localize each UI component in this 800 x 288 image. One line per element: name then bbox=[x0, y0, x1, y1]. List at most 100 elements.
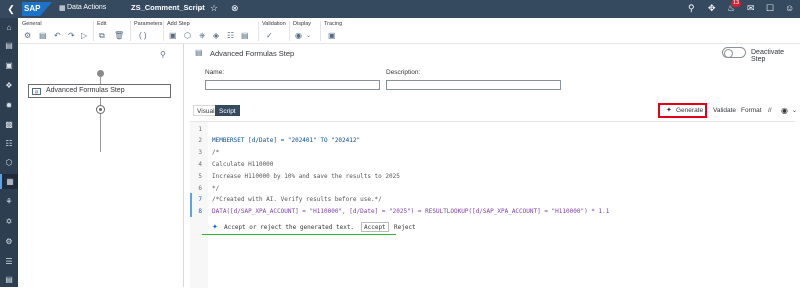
line-number: 2 bbox=[198, 137, 202, 144]
copy-icon[interactable]: ⧉ bbox=[99, 31, 105, 41]
eye-icon[interactable]: ◉ bbox=[295, 31, 302, 40]
line-number: 6 bbox=[198, 185, 202, 192]
toolbar-group-parameters: Parameters ( ) bbox=[134, 20, 163, 40]
conversion-step-icon[interactable]: ☷ bbox=[227, 31, 234, 40]
document-name[interactable]: ZS_Comment_Script bbox=[131, 3, 205, 12]
data-actions-nav-icon[interactable]: ▦ bbox=[0, 174, 18, 189]
formula-step-icon[interactable]: ▤ bbox=[241, 31, 249, 40]
connections-icon[interactable]: ✡ bbox=[0, 214, 18, 229]
announce-icon[interactable]: ❖ bbox=[0, 78, 18, 93]
formula-step-icon: ▤ bbox=[32, 88, 41, 95]
workflow-icon[interactable]: ⚘ bbox=[0, 194, 18, 209]
group-label-add-step: Add Step bbox=[167, 21, 190, 27]
user-icon[interactable]: ☺ bbox=[785, 3, 794, 13]
code-line: */ bbox=[212, 185, 220, 192]
data-actions-icon: ▦ bbox=[59, 5, 66, 12]
comment-icon[interactable]: ☐ bbox=[766, 3, 774, 14]
toolbar-group-validation: Validation ✓ bbox=[262, 20, 286, 40]
code-line: /*Created with AI. Verify results before… bbox=[212, 196, 382, 203]
accept-button[interactable]: Accept bbox=[361, 222, 389, 232]
back-icon[interactable]: ❮ bbox=[5, 3, 17, 15]
line-number: 4 bbox=[198, 161, 202, 168]
chevron-down-icon[interactable]: ⌄ bbox=[306, 32, 311, 39]
divider bbox=[320, 21, 321, 41]
toolbar: General ⚙ ▤ ↶ ↷ ▷ Edit ⧉ 🗑 Parameters ( … bbox=[18, 18, 800, 44]
name-label: Name: bbox=[205, 69, 225, 76]
flow-step-label: Advanced Formulas Step bbox=[46, 87, 125, 94]
close-circle-icon[interactable]: ⊗ bbox=[231, 3, 239, 14]
settings-icon[interactable]: ⚙ bbox=[24, 31, 31, 40]
divider bbox=[289, 21, 290, 41]
run-icon[interactable]: ▷ bbox=[81, 31, 87, 40]
deactivate-toggle[interactable] bbox=[722, 47, 746, 58]
chevron-down-icon[interactable]: ⌄ bbox=[198, 4, 204, 12]
comment-button[interactable]: // bbox=[768, 107, 772, 114]
parameters-icon[interactable]: ( ) bbox=[139, 31, 147, 40]
star-icon[interactable]: ☆ bbox=[210, 3, 218, 14]
toolbar-group-add-step: Add Step ▣ ⬡ ⎈ ◈ ☷ ▤ bbox=[167, 20, 249, 40]
toolbar-group-general: General ⚙ ▤ ↶ ↷ ▷ bbox=[22, 20, 87, 40]
name-input[interactable] bbox=[205, 80, 380, 90]
search-icon[interactable]: ⚲ bbox=[160, 50, 166, 59]
flow-panel: ⚲ ▤ Advanced Formulas Step bbox=[18, 44, 184, 287]
group-label-display: Display bbox=[293, 21, 312, 27]
script-editor[interactable]: 1 2 3 4 5 6 7 8 MEMBERSET [d/Date] = "20… bbox=[190, 121, 795, 288]
deactivate-label: Deactivate Step bbox=[751, 49, 785, 63]
notification-badge: 13 bbox=[731, 0, 742, 7]
divider bbox=[258, 21, 259, 41]
line-number: 5 bbox=[198, 173, 202, 180]
step-title: Advanced Formulas Step bbox=[210, 49, 295, 58]
ai-sparkle-icon: ✦ bbox=[666, 107, 672, 114]
files-icon[interactable]: ▤ bbox=[0, 38, 18, 53]
cube-step-icon[interactable]: ⬡ bbox=[184, 31, 191, 40]
tracing-icon[interactable]: ▣ bbox=[328, 31, 336, 40]
cube-icon[interactable]: ⬡ bbox=[0, 155, 18, 170]
settings-icon[interactable]: ⚙ bbox=[0, 234, 18, 249]
description-input[interactable] bbox=[386, 80, 561, 90]
side-navigation: ⌂ ▤ ▣ ❖ ✹ ▩ ☷ ⬡ ▦ ⚘ ✡ ⚙ ☰ ▤ bbox=[0, 18, 18, 287]
reject-button[interactable]: Reject bbox=[391, 222, 419, 232]
save-icon[interactable]: ▤ bbox=[39, 31, 47, 40]
validate-icon[interactable]: ✓ bbox=[266, 31, 273, 40]
eye-icon[interactable]: ◉ bbox=[781, 106, 788, 115]
embed-step-icon[interactable]: ◈ bbox=[213, 31, 219, 40]
allocation-step-icon[interactable]: ⎈ bbox=[199, 31, 205, 41]
group-label-tracing: Tracing bbox=[324, 21, 343, 27]
chat-icon[interactable]: ✉ bbox=[747, 3, 755, 14]
copy-step-icon[interactable]: ▣ bbox=[169, 31, 177, 40]
models-icon[interactable]: ▩ bbox=[0, 117, 18, 132]
line-number: 3 bbox=[198, 149, 202, 156]
group-label-parameters: Parameters bbox=[134, 21, 163, 27]
divider bbox=[163, 21, 164, 41]
ai-sparkle-icon: ✦ bbox=[212, 224, 218, 231]
analytics-icon[interactable]: ✹ bbox=[0, 98, 18, 113]
current-line-marker bbox=[190, 193, 192, 217]
divider bbox=[130, 21, 131, 41]
group-label-edit: Edit bbox=[97, 21, 107, 27]
search-icon[interactable]: ⚲ bbox=[688, 3, 695, 14]
sap-logo: SAP bbox=[22, 2, 52, 16]
tab-script[interactable]: Script bbox=[215, 105, 240, 116]
data-icon[interactable]: ☷ bbox=[0, 136, 18, 151]
chevron-down-icon[interactable]: ⌄ bbox=[792, 107, 797, 114]
lightbulb-icon[interactable]: ✥ bbox=[708, 3, 716, 14]
line-number: 1 bbox=[198, 126, 202, 133]
code-line: /* bbox=[212, 149, 220, 156]
stories-icon[interactable]: ▣ bbox=[0, 58, 18, 73]
system-icon[interactable]: ☰ bbox=[0, 254, 18, 269]
redo-icon[interactable]: ↷ bbox=[68, 31, 75, 40]
code-line: Increase H110000 by 10% and save the res… bbox=[212, 173, 400, 180]
generate-label: Generate bbox=[676, 107, 704, 114]
toolbar-group-edit: Edit ⧉ 🗑 bbox=[97, 20, 124, 40]
generate-button[interactable]: ✦ Generate bbox=[658, 103, 707, 118]
delete-icon[interactable]: 🗑 bbox=[114, 31, 124, 40]
format-button[interactable]: Format bbox=[741, 107, 762, 114]
validate-button[interactable]: Validate bbox=[713, 107, 736, 114]
catalog-icon[interactable]: ▤ bbox=[0, 272, 18, 287]
code-line: Calculate H110000 bbox=[212, 161, 274, 168]
app-name[interactable]: Data Actions bbox=[67, 4, 106, 11]
toolbar-group-tracing: Tracing ▣ bbox=[324, 20, 343, 40]
undo-icon[interactable]: ↶ bbox=[54, 31, 61, 40]
home-icon[interactable]: ⌂ bbox=[0, 20, 18, 35]
flow-step-node[interactable]: ▤ Advanced Formulas Step bbox=[28, 84, 171, 98]
